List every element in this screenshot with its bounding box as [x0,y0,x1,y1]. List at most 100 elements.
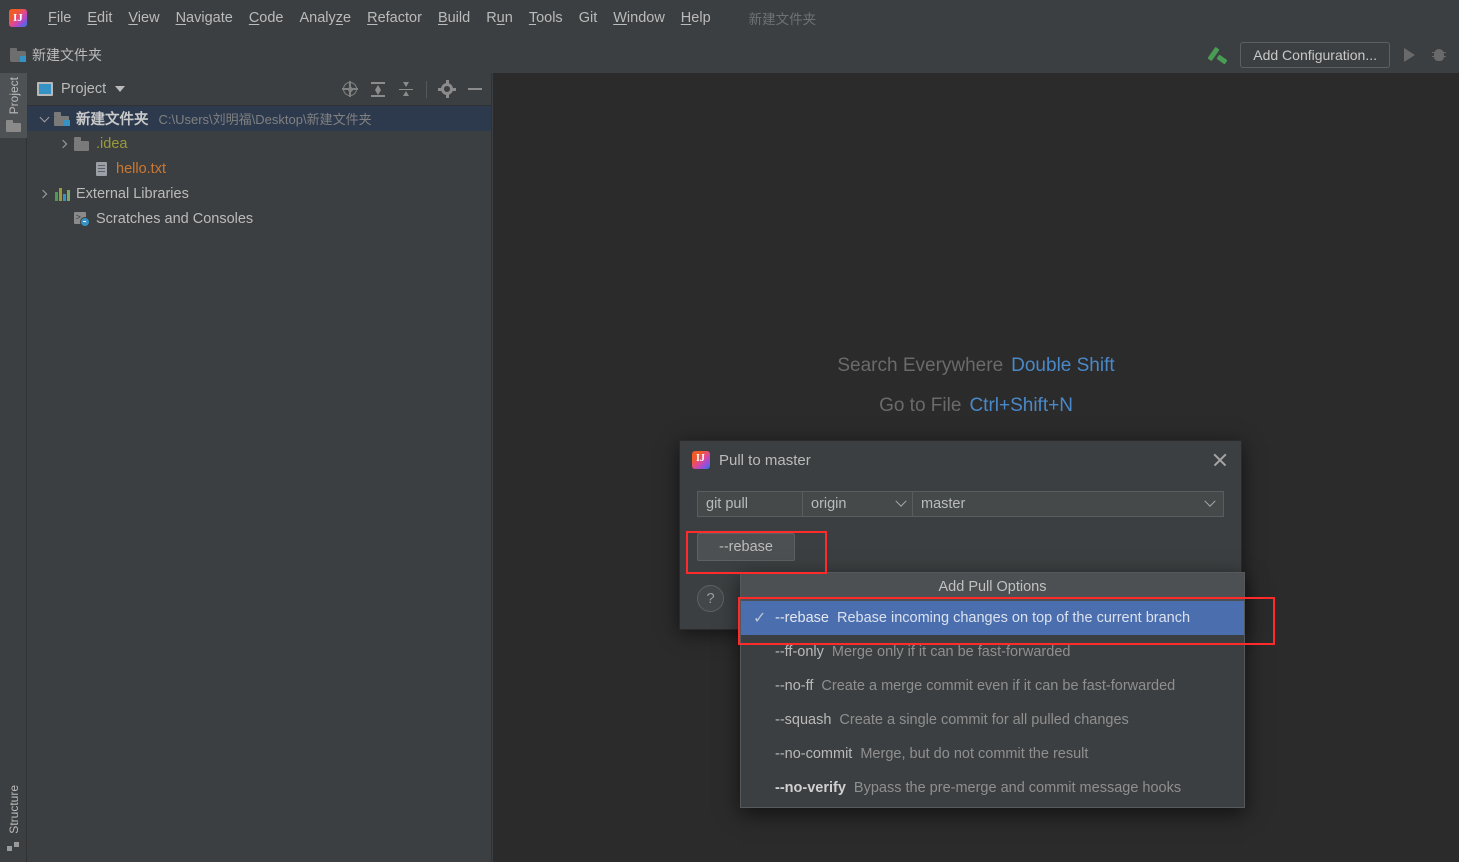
popup-item-description: Create a merge commit even if it can be … [821,678,1176,694]
tree-node-label: 新建文件夹 [76,112,149,128]
structure-icon [6,840,21,851]
breadcrumb-label: 新建文件夹 [32,46,102,63]
shortcut-hint-label: Search Everywhere [837,355,1004,376]
popup-menu-item[interactable]: --no-commit Merge, but do not commit the … [741,737,1244,771]
menu-item-window[interactable]: Window [605,7,673,29]
popup-item-description: Bypass the pre-merge and commit message … [853,780,1182,796]
popup-menu-item[interactable]: --no-ff Create a merge commit even if it … [741,669,1244,703]
popup-item-flag: --no-verify [775,780,846,796]
tree-node-path: C:\Users\刘明福\Desktop\新建文件夹 [158,112,372,127]
window-project-name: 新建文件夹 [748,12,817,27]
intellij-logo-icon: IJ [8,8,28,28]
settings-gear-icon[interactable] [438,80,456,98]
hammer-build-icon[interactable] [1207,44,1230,66]
navbar-actions: Add Configuration... [1207,41,1459,68]
run-triangle-icon[interactable] [1404,47,1415,62]
dialog-title-bar: IJ Pull to master [680,441,1241,479]
popup-item-flag: --squash [775,712,832,728]
menu-item-edit[interactable]: Edit [79,7,120,29]
chevron-right-icon[interactable] [55,131,73,156]
branch-select[interactable]: master [912,491,1224,517]
rail-label-structure: Structure [6,785,21,834]
menu-item-file[interactable]: File [40,7,79,29]
close-icon[interactable] [1209,449,1231,471]
help-icon[interactable]: ? [697,585,724,612]
project-tree: 新建文件夹 C:\Users\刘明福\Desktop\新建文件夹 .idea hell… [27,106,491,231]
debug-bug-icon[interactable] [1431,47,1447,63]
checkmark-icon: ✓ [753,610,767,627]
popup-item-flag: --no-ff [775,678,814,694]
menu-item-run[interactable]: Run [478,7,521,29]
shortcut-hint-key: Ctrl+Shift+N [969,395,1073,416]
menu-item-tools[interactable]: Tools [521,7,571,29]
add-pull-options-popup: Add Pull Options ✓ --rebase Rebase incomin… [740,572,1245,808]
add-configuration-button[interactable]: Add Configuration... [1240,41,1390,68]
main-menu-bar: IJ File Edit View Navigate Code Analyze Refact… [0,0,1459,36]
popup-item-description: Merge, but do not commit the result [860,746,1089,762]
rebase-option-chip[interactable]: --rebase [697,533,795,561]
popup-item-description: Create a single commit for all pulled ch… [839,712,1129,728]
tree-node-label: .idea [96,135,128,152]
select-opened-file-icon[interactable] [342,81,358,97]
project-folder-icon [53,111,71,127]
menu-item-build[interactable]: Build [430,7,478,29]
expand-all-icon[interactable] [370,81,386,97]
project-tool-window: Project 新建文件夹 C:\Users\刘明福\Desktop\新建文件夹… [27,73,492,862]
menu-item-navigate[interactable]: Navigate [168,7,241,29]
collapse-all-icon[interactable] [398,81,414,97]
menu-item-git[interactable]: Git [571,7,606,29]
popup-menu-item[interactable]: --no-verify Bypass the pre-merge and comm… [741,771,1244,805]
project-toolwindow-title: Project [61,81,107,97]
dialog-title: Pull to master [719,451,811,469]
chevron-right-icon[interactable] [35,181,53,206]
rail-button-project[interactable]: Project [0,73,27,139]
chevron-down-icon[interactable] [35,106,53,131]
tree-node-label: hello.txt [116,160,166,177]
popup-menu-item[interactable]: --squash Create a single commit for all p… [741,703,1244,737]
navigation-bar: 新建文件夹 Add Configuration... [0,36,1459,73]
scratches-icon: >_ [73,211,91,227]
menu-item-view[interactable]: View [120,7,167,29]
folder-icon [73,136,91,152]
popup-header-label: Add Pull Options [741,573,1244,601]
menu-item-code[interactable]: Code [241,7,292,29]
chevron-down-icon [1204,495,1216,507]
project-view-icon [37,82,53,96]
git-pull-command-label: git pull [697,491,802,517]
menu-item-refactor[interactable]: Refactor [359,7,430,29]
editor-shortcut-hints: Search Everywhere Double Shift Go to File C… [493,355,1459,435]
popup-item-description: Merge only if it can be fast-forwarded [831,644,1071,660]
text-file-icon [93,161,111,177]
chevron-down-icon [895,495,907,507]
shortcut-hint: Search Everywhere Double Shift [493,355,1459,377]
project-toolwindow-header: Project [27,73,491,106]
tree-row[interactable]: hello.txt [27,156,491,181]
remote-select-value: origin [811,496,847,512]
chevron-down-icon[interactable] [115,86,126,92]
libraries-icon [53,186,71,202]
menu-item-help[interactable]: Help [673,7,719,29]
branch-select-value: master [921,496,966,512]
popup-item-flag: --ff-only [775,644,824,660]
rail-label-project: Project [6,77,21,115]
tree-row[interactable]: .idea [27,131,491,156]
folder-module-icon [10,47,26,62]
popup-item-flag: --rebase [775,610,829,626]
rail-button-structure[interactable]: Structure [0,781,27,856]
hide-icon[interactable] [467,81,483,97]
toolbar-divider [426,80,427,98]
popup-menu-item[interactable]: --ff-only Merge only if it can be fast-fo… [741,635,1244,669]
breadcrumb[interactable]: 新建文件夹 [0,45,102,65]
tree-row[interactable]: >_ Scratches and Consoles [27,206,491,231]
remote-select[interactable]: origin [802,491,912,517]
popup-item-flag: --no-commit [775,746,853,762]
menu-items-container: File Edit View Navigate Code Analyze Refactor B… [40,7,719,29]
menu-item-analyze[interactable]: Analyze [292,7,360,29]
intellij-idea-window: IJ File Edit View Navigate Code Analyze Refact… [0,0,1459,862]
popup-menu-item[interactable]: ✓ --rebase Rebase incoming changes on top … [741,601,1244,635]
tree-row[interactable]: 新建文件夹 C:\Users\刘明福\Desktop\新建文件夹 [27,106,491,131]
pull-options-row: --rebase [680,517,1241,561]
intellij-logo-icon: IJ [692,451,710,469]
tree-row[interactable]: External Libraries [27,181,491,206]
